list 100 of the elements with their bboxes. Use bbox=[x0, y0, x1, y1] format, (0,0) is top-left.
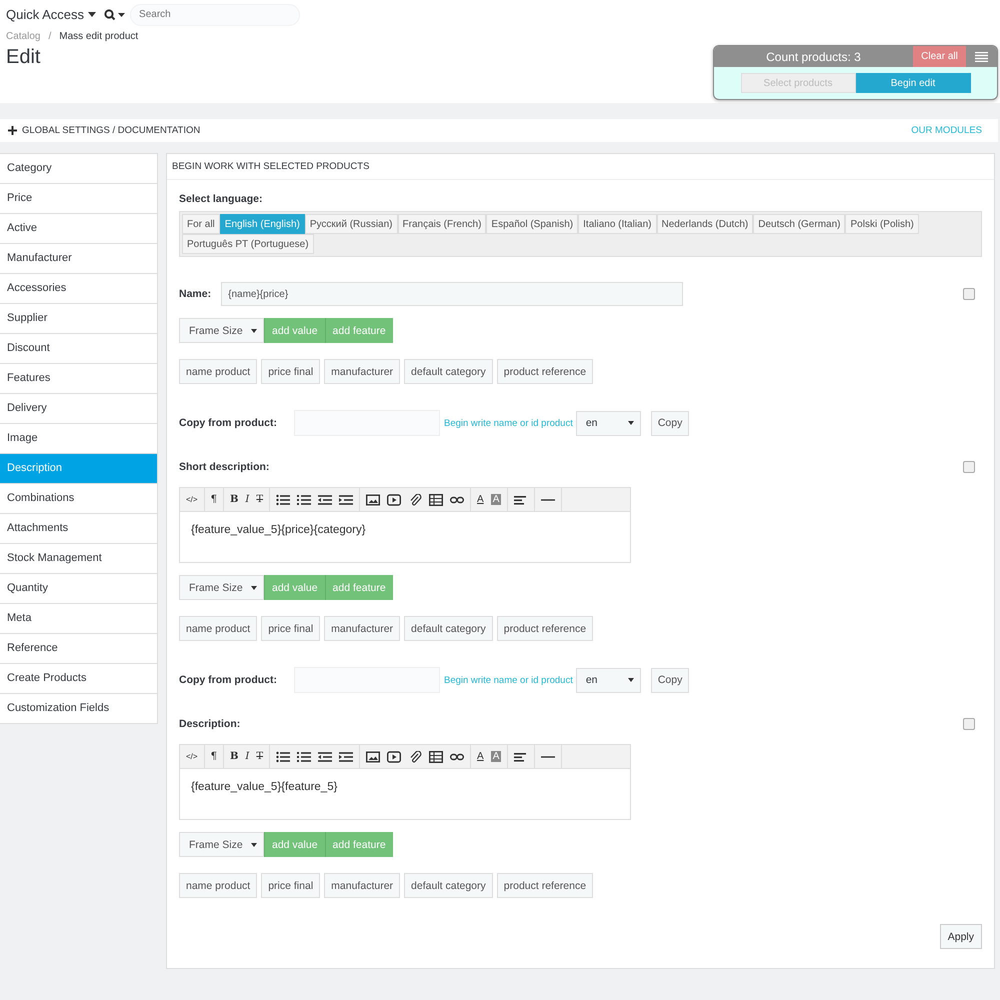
variable-button[interactable]: default category bbox=[404, 616, 493, 641]
plus-icon bbox=[8, 126, 17, 135]
indent-icon[interactable] bbox=[339, 750, 354, 762]
variable-button[interactable]: default category bbox=[404, 359, 493, 384]
outdent-icon[interactable] bbox=[318, 494, 332, 506]
italic-icon[interactable]: I bbox=[245, 751, 250, 762]
language-tab[interactable]: Français (French) bbox=[398, 214, 486, 234]
search-field[interactable]: Search bbox=[130, 4, 300, 26]
caret-icon bbox=[628, 421, 634, 425]
variable-button[interactable]: price final bbox=[261, 359, 320, 384]
sidebar-item[interactable]: Active bbox=[0, 214, 157, 244]
quick-access-menu[interactable]: Quick Access bbox=[6, 7, 96, 22]
feature-select[interactable]: Frame Size bbox=[179, 575, 264, 600]
field-label: Description: bbox=[179, 718, 240, 730]
language-tab[interactable]: Deutsch (German) bbox=[753, 214, 846, 234]
checkbox[interactable] bbox=[963, 288, 975, 300]
breadcrumb-item: Mass edit product bbox=[59, 31, 138, 42]
sidebar-item[interactable]: Meta bbox=[0, 604, 157, 634]
sidebar-item[interactable]: Create Products bbox=[0, 664, 157, 694]
variable-button[interactable]: name product bbox=[179, 873, 258, 898]
variable-button[interactable]: product reference bbox=[496, 616, 594, 641]
language-select[interactable]: en bbox=[576, 668, 641, 692]
variable-button[interactable]: price final bbox=[261, 616, 320, 641]
sidebar-item[interactable]: Accessories bbox=[0, 274, 157, 304]
language-tab[interactable]: Español (Spanish) bbox=[486, 214, 578, 234]
align-icon[interactable] bbox=[514, 750, 528, 762]
paragraph-icon[interactable]: ¶ bbox=[210, 751, 217, 762]
sidebar-item[interactable]: Stock Management bbox=[0, 544, 157, 574]
strikethrough-icon[interactable]: T bbox=[256, 751, 264, 762]
language-tab[interactable]: For all bbox=[182, 214, 220, 234]
table-icon[interactable] bbox=[429, 494, 444, 506]
search-icon[interactable] bbox=[104, 8, 126, 20]
sidebar-item[interactable]: Manufacturer bbox=[0, 244, 157, 274]
apply-button[interactable]: Apply bbox=[940, 924, 982, 949]
numbered-list-icon[interactable] bbox=[297, 494, 312, 506]
highlight-icon[interactable]: A bbox=[490, 494, 502, 505]
sidebar-item[interactable]: Features bbox=[0, 364, 157, 394]
indent-icon[interactable] bbox=[339, 494, 354, 506]
sidebar-item[interactable]: Quantity bbox=[0, 574, 157, 604]
field-label: Copy from product: bbox=[179, 417, 277, 429]
sidebar-item[interactable]: Category bbox=[0, 154, 157, 184]
variable-button[interactable]: name product bbox=[179, 359, 258, 384]
bullet-list-icon[interactable] bbox=[276, 494, 290, 506]
name-field[interactable]: {name}{price} bbox=[221, 282, 684, 306]
sidebar-item[interactable]: Reference bbox=[0, 634, 157, 664]
sidebar-item[interactable]: Customization Fields bbox=[0, 694, 157, 723]
highlight-icon[interactable]: A bbox=[490, 751, 502, 762]
editor-text[interactable]: {feature_value_5}{feature_5} bbox=[180, 769, 630, 819]
code-icon[interactable]: </> bbox=[186, 495, 198, 504]
strikethrough-icon[interactable]: T bbox=[256, 494, 264, 505]
hint-text: Begin write name or id product bbox=[444, 418, 573, 428]
settings-link[interactable]: GLOBAL SETTINGS / DOCUMENTATION bbox=[8, 125, 200, 136]
language-label: Select language: bbox=[179, 193, 264, 205]
checkbox[interactable] bbox=[963, 461, 975, 473]
variable-button[interactable]: name product bbox=[179, 616, 258, 641]
language-tab[interactable]: Nederlands (Dutch) bbox=[656, 214, 754, 234]
italic-icon[interactable]: I bbox=[245, 494, 250, 505]
outdent-icon[interactable] bbox=[318, 750, 332, 762]
numbered-list-icon[interactable] bbox=[297, 750, 312, 762]
sidebar-item[interactable]: Delivery bbox=[0, 394, 157, 424]
copy-button[interactable]: Copy bbox=[650, 410, 690, 436]
video-icon[interactable] bbox=[387, 750, 402, 762]
page-title: Edit bbox=[6, 46, 40, 69]
bold-icon[interactable]: B bbox=[230, 751, 238, 762]
variable-button[interactable]: product reference bbox=[496, 359, 594, 384]
video-icon[interactable] bbox=[387, 494, 402, 506]
checkbox[interactable] bbox=[963, 718, 975, 730]
sidebar-item[interactable]: Discount bbox=[0, 334, 157, 364]
editor-text[interactable]: {feature_value_5}{price}{category} bbox=[180, 512, 630, 562]
font-color-icon[interactable]: A bbox=[477, 751, 484, 762]
language-tab[interactable]: Русский (Russian) bbox=[304, 214, 398, 234]
image-icon[interactable] bbox=[366, 750, 380, 762]
sidebar-item[interactable]: Combinations bbox=[0, 484, 157, 514]
code-icon[interactable]: </> bbox=[186, 752, 198, 761]
variable-button[interactable]: manufacturer bbox=[324, 873, 400, 898]
list-icon[interactable] bbox=[975, 52, 988, 62]
language-select[interactable]: en bbox=[576, 410, 641, 436]
feature-select[interactable]: Frame Size bbox=[179, 318, 264, 343]
font-color-icon[interactable]: A bbox=[477, 494, 484, 505]
variable-button[interactable]: product reference bbox=[496, 873, 594, 898]
image-icon[interactable] bbox=[366, 494, 380, 506]
feature-select[interactable]: Frame Size bbox=[179, 832, 264, 857]
bullet-list-icon[interactable] bbox=[276, 750, 290, 762]
paragraph-icon[interactable]: ¶ bbox=[210, 494, 217, 505]
variable-button[interactable]: price final bbox=[261, 873, 320, 898]
language-tab[interactable]: Português PT (Portuguese) bbox=[182, 234, 314, 254]
language-tab[interactable]: Italiano (Italian) bbox=[578, 214, 657, 234]
sidebar-item[interactable]: Supplier bbox=[0, 304, 157, 334]
variable-button[interactable]: manufacturer bbox=[324, 616, 400, 641]
copy-button[interactable]: Copy bbox=[650, 668, 690, 692]
bold-icon[interactable]: B bbox=[230, 494, 238, 505]
variable-button[interactable]: default category bbox=[404, 873, 493, 898]
sidebar-item[interactable]: Attachments bbox=[0, 514, 157, 544]
variable-button[interactable]: manufacturer bbox=[324, 359, 400, 384]
paperclip-icon[interactable] bbox=[408, 750, 422, 762]
sidebar-item[interactable]: Price bbox=[0, 184, 157, 214]
table-icon[interactable] bbox=[429, 750, 444, 762]
paperclip-icon[interactable] bbox=[408, 494, 422, 506]
language-tab[interactable]: Polski (Polish) bbox=[845, 214, 919, 234]
align-icon[interactable] bbox=[514, 494, 528, 506]
